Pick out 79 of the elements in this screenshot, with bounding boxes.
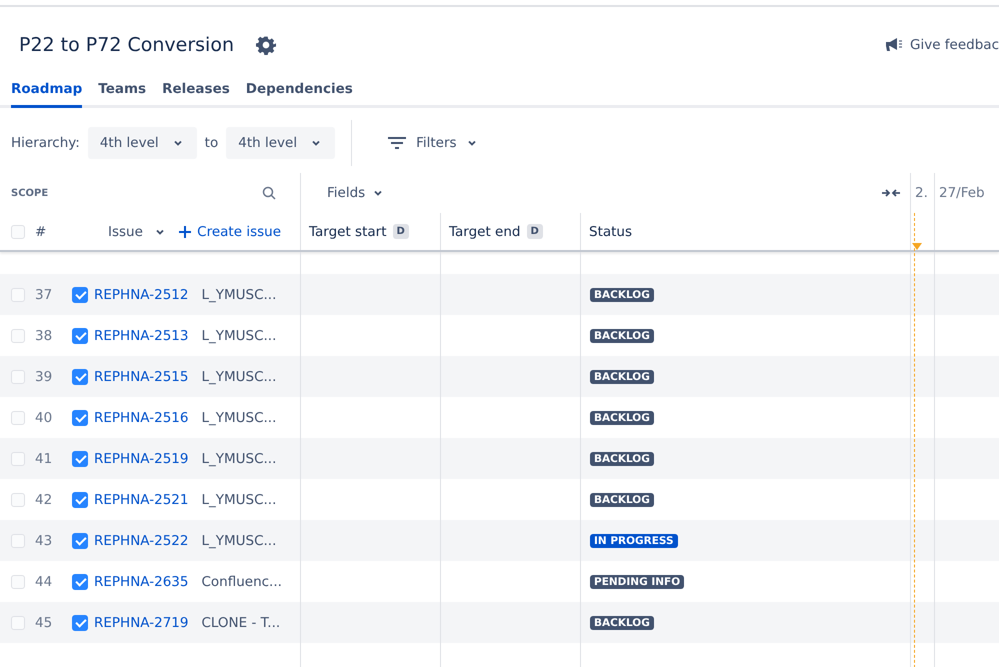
status-lozenge: BACKLOG [590,288,654,302]
status-lozenge: BACKLOG [590,452,654,466]
search-icon[interactable] [262,186,276,200]
today-marker-icon [912,243,922,250]
date-type-badge: D [392,224,409,239]
issue-dropdown[interactable]: Issue [102,222,171,240]
chevron-down-icon [373,188,384,198]
checkbox[interactable] [72,450,88,466]
filter-icon [388,136,406,150]
status-lozenge: BACKLOG [590,370,654,384]
tab[interactable]: Dependencies [246,81,353,108]
tab[interactable]: Teams [98,81,146,108]
row-number: 44 [35,574,54,590]
checkbox[interactable] [72,410,88,426]
status-lozenge: BACKLOG [590,328,654,342]
checkbox[interactable] [72,368,88,384]
issue-key-link[interactable]: REPHNA-2522 [94,532,188,548]
issue-summary: L_YMUSC... [201,450,276,466]
checkbox[interactable] [72,532,88,548]
status-lozenge: BACKLOG [590,616,654,630]
collapse-icon[interactable] [882,188,900,198]
issue-key-link[interactable]: REPHNA-2635 [94,574,188,590]
number-header: # [34,224,48,240]
megaphone-icon [885,38,902,52]
row-number: 45 [35,614,54,630]
checkbox[interactable] [72,574,88,590]
issue-summary: L_YMUSC... [201,286,276,302]
status-lozenge: IN PROGRESS [590,534,678,548]
checkbox[interactable] [72,492,88,508]
checkbox[interactable] [72,286,88,302]
issue-summary: CLONE - T... [201,614,280,630]
row-number: 41 [35,450,54,466]
fields-button[interactable]: Fields [321,184,390,202]
settings-icon[interactable] [256,35,276,55]
issue-key-link[interactable]: REPHNA-2512 [94,286,188,302]
issue-key-link[interactable]: REPHNA-2513 [94,328,188,344]
chevron-down-icon [466,138,477,148]
issue-summary: Confluenc... [201,574,282,590]
issue-summary: L_YMUSC... [201,410,276,426]
level-dropdown[interactable]: 4th level [88,127,197,159]
create-issue-button[interactable]: Create issue [179,224,281,240]
tab[interactable]: Releases [162,81,230,108]
level-dropdown[interactable]: 4th level [226,127,336,159]
issue-key-link[interactable]: REPHNA-2516 [94,410,188,426]
chevron-down-icon [172,138,183,148]
issue-summary: L_YMUSC... [201,532,276,548]
plus-icon [179,226,192,238]
issue-key-link[interactable]: REPHNA-2519 [94,450,188,466]
date-type-badge: D [526,224,543,239]
issue-key-link[interactable]: REPHNA-2521 [94,492,188,508]
date-label: 2. [914,185,928,201]
row-number: 38 [35,328,54,344]
checkbox[interactable] [72,328,88,344]
checkbox[interactable] [72,614,88,630]
plan-title: P22 to P72 Conversion [19,34,234,56]
row-number: 43 [35,532,54,548]
column-header: Target start [309,224,386,240]
chevron-down-icon [311,138,322,148]
issue-summary: L_YMUSC... [201,328,276,344]
column-header: Status [589,224,632,240]
row-number: 40 [35,410,54,426]
status-lozenge: BACKLOG [590,410,654,424]
date-label: 27/Feb [938,185,985,201]
row-number: 37 [35,286,54,302]
feedback-link[interactable]: Give feedbac [910,37,999,53]
filters-button[interactable]: Filters [382,134,483,152]
tab[interactable]: Roadmap [11,81,82,108]
issue-key-link[interactable]: REPHNA-2515 [94,368,188,384]
scope-heading: SCOPE [11,188,48,198]
column-header: Target end [449,224,520,240]
status-lozenge: BACKLOG [590,492,654,506]
to-label: to [204,135,218,151]
row-number: 42 [35,492,54,508]
issue-summary: L_YMUSC... [201,492,276,508]
issue-key-link[interactable]: REPHNA-2719 [94,614,188,630]
row-number: 39 [35,368,54,384]
issue-summary: L_YMUSC... [201,368,276,384]
status-lozenge: PENDING INFO [590,574,684,588]
hierarchy-label: Hierarchy: [11,135,80,151]
